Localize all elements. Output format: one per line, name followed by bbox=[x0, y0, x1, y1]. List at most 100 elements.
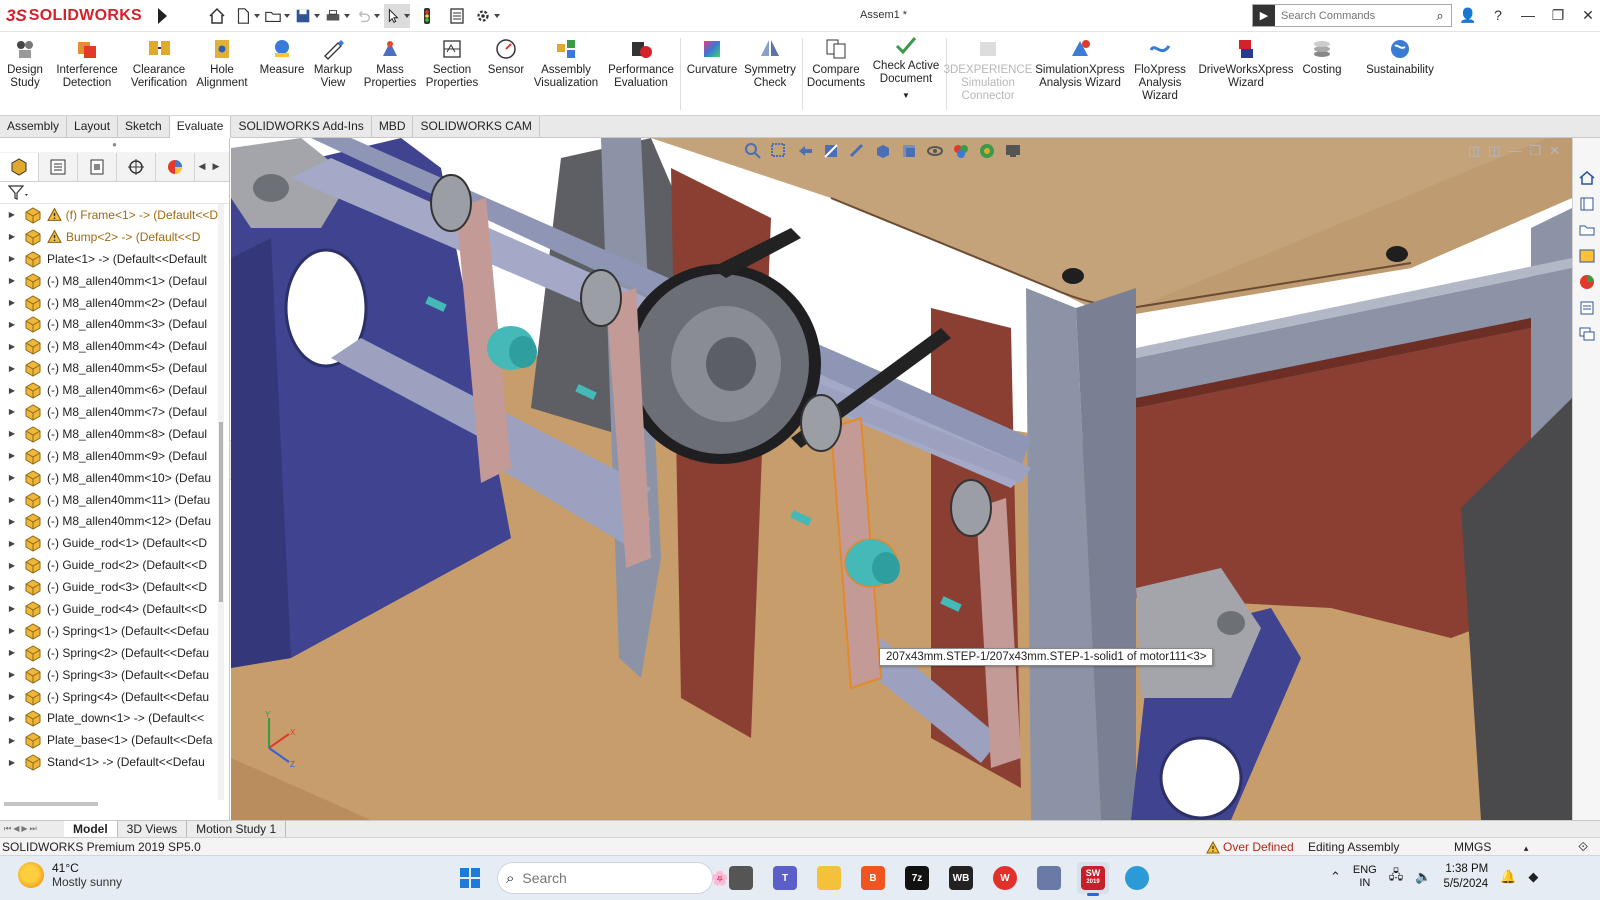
expand-arrow-icon[interactable]: ▶ bbox=[0, 254, 24, 263]
taskbar-search-input[interactable] bbox=[522, 870, 704, 886]
expand-arrow-icon[interactable]: ▶ bbox=[0, 320, 24, 329]
expand-arrow-icon[interactable]: ▶ bbox=[0, 473, 24, 482]
viewport-close-icon[interactable]: ✕ bbox=[1549, 143, 1560, 159]
hole-alignment-button[interactable]: Hole Alignment bbox=[194, 36, 250, 90]
volume-icon[interactable]: 🔈 bbox=[1415, 869, 1431, 885]
tree-item[interactable]: ▶ Plate_base<1> (Default<<Defa bbox=[0, 729, 218, 751]
tab-solidworks-cam[interactable]: SOLIDWORKS CAM bbox=[413, 116, 540, 138]
viewport-minimize-icon[interactable]: — bbox=[1508, 143, 1521, 159]
section-view-icon[interactable] bbox=[819, 140, 842, 162]
7zip-icon[interactable]: 7z bbox=[901, 862, 933, 894]
dynamic-annotation-icon[interactable] bbox=[845, 140, 868, 162]
expand-arrow-icon[interactable]: ▶ bbox=[0, 670, 24, 679]
open-folder-icon[interactable] bbox=[264, 4, 290, 28]
tab-assembly[interactable]: Assembly bbox=[0, 116, 68, 138]
tree-item[interactable]: ▶ (-) Spring<2> (Default<<Defau bbox=[0, 642, 218, 664]
view-settings-icon[interactable] bbox=[1001, 140, 1024, 162]
interference-detection-button[interactable]: Interference Detection bbox=[54, 36, 120, 90]
expand-arrow-icon[interactable]: ▶ bbox=[0, 604, 24, 613]
network-icon[interactable]: 🖧 bbox=[1389, 866, 1404, 888]
sensor-button[interactable]: Sensor bbox=[486, 36, 526, 77]
new-document-icon[interactable] bbox=[234, 4, 260, 28]
expand-arrow-icon[interactable]: ▶ bbox=[0, 517, 24, 526]
expand-arrow-icon[interactable]: ▶ bbox=[0, 495, 24, 504]
options-gear-icon[interactable] bbox=[474, 4, 500, 28]
input-language[interactable]: ENG IN bbox=[1353, 864, 1377, 890]
tab-motion-study-1[interactable]: Motion Study 1 bbox=[187, 821, 287, 837]
expand-arrow-icon[interactable]: ▶ bbox=[0, 342, 24, 351]
tree-item[interactable]: ▶ (-) M8_allen40mm<1> (Defaul bbox=[0, 270, 218, 292]
previous-view-icon[interactable] bbox=[793, 140, 816, 162]
taskbar-search[interactable]: ⌕ 🌸 bbox=[497, 862, 729, 894]
viewport-restore-icon[interactable]: ❐ bbox=[1529, 143, 1541, 159]
tree-item[interactable]: ▶ (-) M8_allen40mm<7> (Defaul bbox=[0, 401, 218, 423]
panel-grip-icon[interactable]: ● bbox=[0, 138, 229, 152]
display-manager-tab-icon[interactable] bbox=[156, 152, 195, 181]
next-tab-arrow-icon[interactable]: ▶ bbox=[21, 824, 27, 834]
expand-arrow-icon[interactable]: ▶ bbox=[0, 736, 24, 745]
dimxpert-tab-icon[interactable] bbox=[117, 152, 156, 181]
tree-item[interactable]: ▶ Bump<2> -> (Default<<D bbox=[0, 226, 218, 248]
expand-arrow-icon[interactable]: ▶ bbox=[0, 298, 24, 307]
close-icon[interactable]: ✕ bbox=[1578, 4, 1598, 26]
performance-evaluation-button[interactable]: Performance Evaluation bbox=[606, 36, 676, 90]
tree-item[interactable]: ▶ (-) M8_allen40mm<8> (Defaul bbox=[0, 423, 218, 445]
expand-arrow-icon[interactable]: ▶ bbox=[0, 626, 24, 635]
tree-item[interactable]: ▶ (-) M8_allen40mm<12> (Defau bbox=[0, 510, 218, 532]
copilot-icon[interactable]: ◆ bbox=[1528, 869, 1538, 885]
compare-documents-button[interactable]: Compare Documents bbox=[806, 36, 866, 90]
view-orientation-icon[interactable] bbox=[871, 140, 894, 162]
forum-icon[interactable] bbox=[1575, 322, 1599, 346]
tree-item[interactable]: ▶ (-) M8_allen40mm<6> (Defaul bbox=[0, 379, 218, 401]
tab-model[interactable]: Model bbox=[64, 821, 118, 837]
menu-expand-arrow-icon[interactable] bbox=[158, 8, 167, 24]
expand-arrow-icon[interactable]: ▶ bbox=[0, 648, 24, 657]
dropdown-chevron-icon[interactable]: ▼ bbox=[902, 89, 910, 102]
show-hidden-icons-chevron-icon[interactable]: ⌃ bbox=[1330, 869, 1341, 885]
tree-item[interactable]: ▶ (-) Guide_rod<3> (Default<<D bbox=[0, 576, 218, 598]
tree-item[interactable]: ▶ Stand<1> -> (Default<<Defau bbox=[0, 751, 218, 773]
tree-item[interactable]: ▶ Plate<1> -> (Default<<Default bbox=[0, 248, 218, 270]
tree-item[interactable]: ▶ (-) Guide_rod<2> (Default<<D bbox=[0, 554, 218, 576]
costing-button[interactable]: Costing bbox=[1298, 36, 1346, 77]
tab-evaluate[interactable]: Evaluate bbox=[169, 116, 232, 138]
tab-mbd[interactable]: MBD bbox=[372, 116, 414, 138]
notifications-bell-icon[interactable]: 🔔 bbox=[1500, 869, 1516, 885]
print-icon[interactable] bbox=[324, 4, 350, 28]
view-palette-icon[interactable] bbox=[1575, 244, 1599, 268]
design-study-button[interactable]: Design Study bbox=[6, 36, 44, 90]
tree-item[interactable]: ▶ (f) Frame<1> -> (Default<<D bbox=[0, 204, 218, 226]
tree-item[interactable]: ▶ (-) M8_allen40mm<5> (Defaul bbox=[0, 357, 218, 379]
edit-appearance-icon[interactable] bbox=[949, 140, 972, 162]
solidworks-taskbar-icon[interactable]: SW 2019 bbox=[1077, 862, 1109, 896]
file-explorer-icon[interactable] bbox=[1575, 218, 1599, 242]
expand-arrow-icon[interactable]: ▶ bbox=[0, 386, 24, 395]
last-tab-arrow-icon[interactable]: ⏭ bbox=[30, 824, 37, 834]
windows-start-icon[interactable] bbox=[455, 863, 485, 893]
task-view-icon[interactable] bbox=[725, 862, 757, 894]
network-app-icon[interactable] bbox=[1121, 862, 1153, 894]
property-manager-tab-icon[interactable] bbox=[39, 152, 78, 181]
solidworks-resources-home-icon[interactable] bbox=[1575, 166, 1599, 190]
restore-icon[interactable]: ❐ bbox=[1548, 4, 1568, 26]
tree-item[interactable]: ▶ (-) M8_allen40mm<2> (Defaul bbox=[0, 292, 218, 314]
prev-tab-arrow-icon[interactable]: ◀ bbox=[13, 824, 19, 834]
design-library-icon[interactable] bbox=[1575, 192, 1599, 216]
search-scope-icon[interactable]: ▶ bbox=[1253, 5, 1275, 26]
user-icon[interactable]: 👤 bbox=[1458, 4, 1478, 26]
undo-icon[interactable] bbox=[354, 4, 380, 28]
markup-view-button[interactable]: Markup View bbox=[310, 36, 356, 90]
apply-scene-icon[interactable] bbox=[975, 140, 998, 162]
rebuild-traffic-light-icon[interactable] bbox=[414, 4, 440, 28]
file-properties-icon[interactable] bbox=[444, 4, 470, 28]
tree-item[interactable]: ▶ (-) M8_allen40mm<9> (Defaul bbox=[0, 445, 218, 467]
expand-arrow-icon[interactable]: ▶ bbox=[0, 429, 24, 438]
tree-item[interactable]: ▶ (-) M8_allen40mm<3> (Defaul bbox=[0, 313, 218, 335]
workbench-icon[interactable]: WB bbox=[945, 862, 977, 894]
tree-item[interactable]: ▶ (-) M8_allen40mm<11> (Defau bbox=[0, 489, 218, 511]
expand-arrow-icon[interactable]: ▶ bbox=[0, 539, 24, 548]
hide-show-items-icon[interactable] bbox=[923, 140, 946, 162]
scrollbar-thumb[interactable] bbox=[219, 422, 223, 602]
assembly-3d-scene[interactable] bbox=[231, 138, 1572, 820]
save-icon[interactable] bbox=[294, 4, 320, 28]
